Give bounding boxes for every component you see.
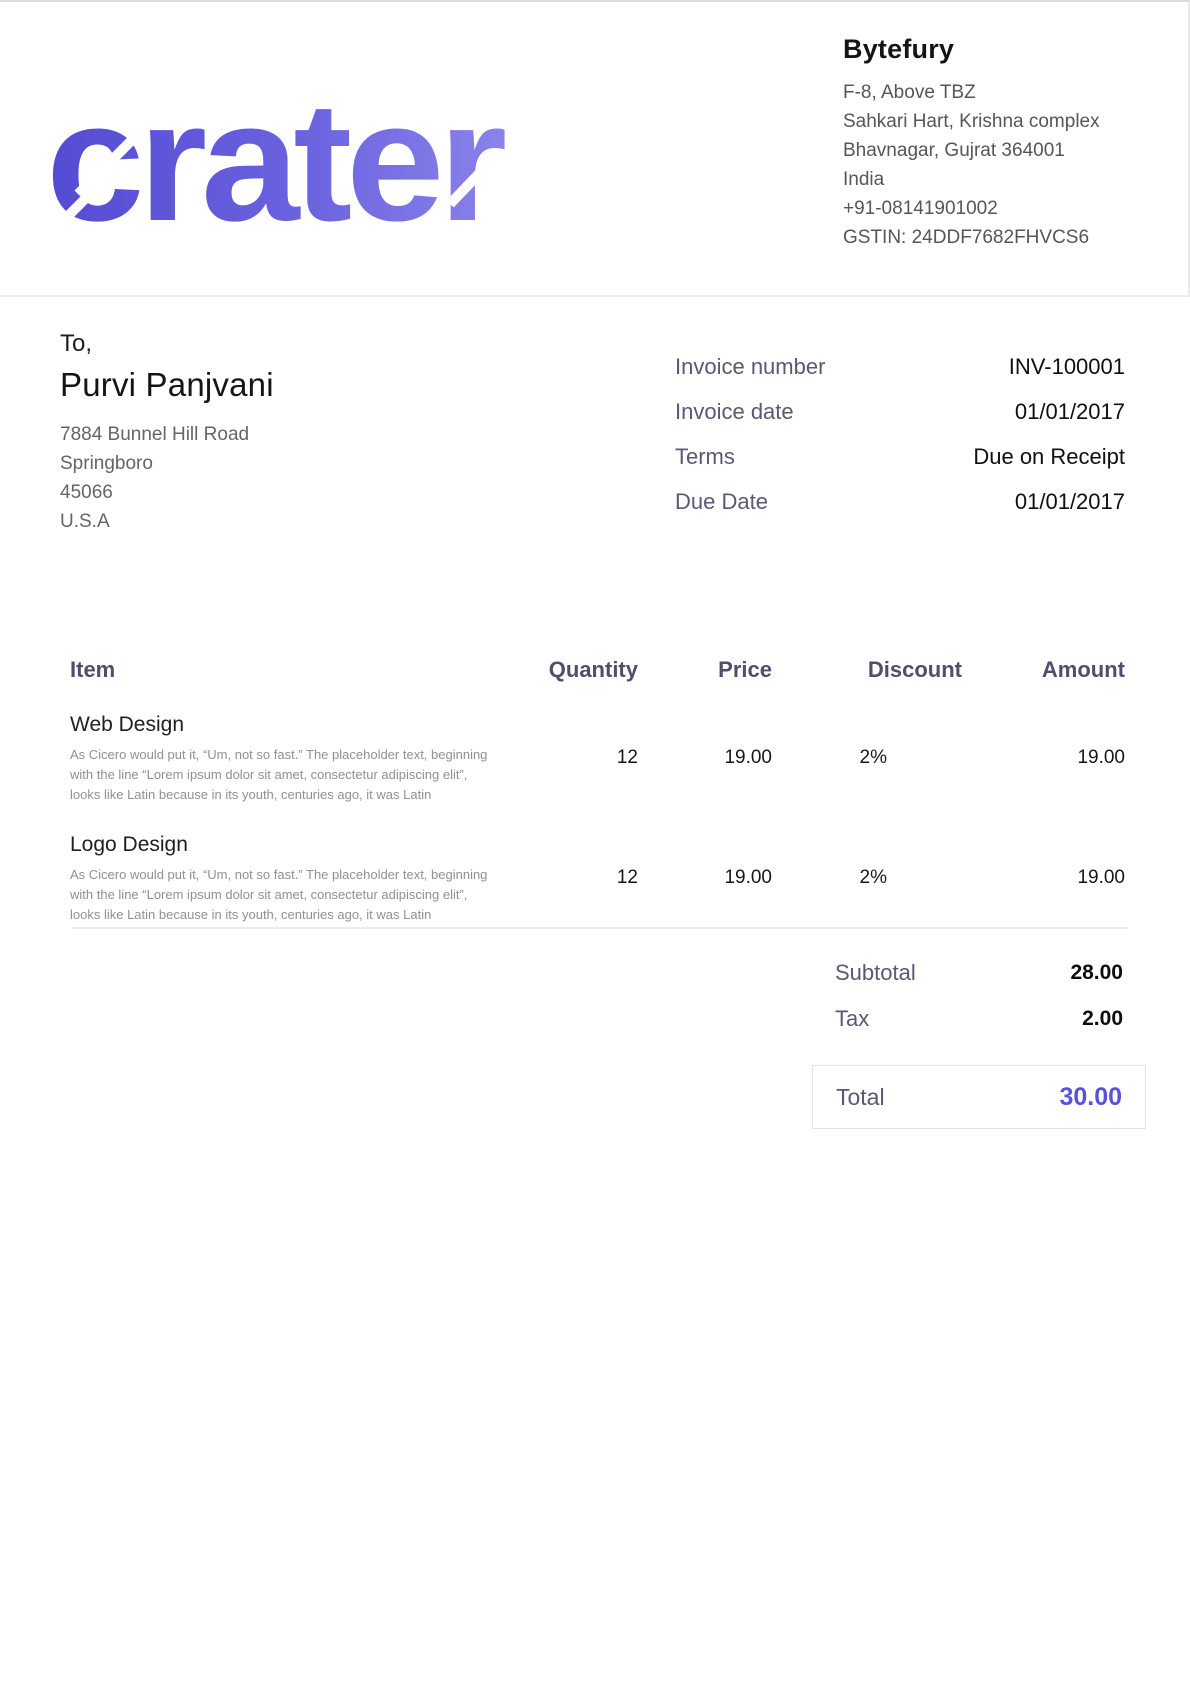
to-label: To, <box>60 330 274 358</box>
company-info: Bytefury F-8, Above TBZ Sahkari Hart, Kr… <box>843 34 1163 252</box>
terms-label: Terms <box>675 444 735 470</box>
billing-address-line: 7884 Bunnel Hill Road <box>60 420 274 449</box>
company-address-line: Sahkari Hart, Krishna complex <box>843 107 1163 136</box>
items-table-header: Item Quantity Price Discount Amount <box>70 646 1125 694</box>
item-description: As Cicero would put it, “Um, not so fast… <box>70 745 492 805</box>
billing-address-line: Springboro <box>60 449 274 478</box>
company-gstin: GSTIN: 24DDF7682FHVCS6 <box>843 223 1163 252</box>
total-label: Total <box>836 1084 885 1111</box>
billing-block: To, Purvi Panjvani 7884 Bunnel Hill Road… <box>60 330 274 536</box>
due-date-label: Due Date <box>675 489 768 515</box>
item-name: Web Design <box>70 710 495 740</box>
item-discount: 2% <box>772 867 962 889</box>
item-quantity: 12 <box>515 867 638 889</box>
company-name: Bytefury <box>843 34 1163 65</box>
crater-logo-svg: crater <box>46 92 511 226</box>
terms-value: Due on Receipt <box>973 444 1125 470</box>
total-box: Total 30.00 <box>812 1065 1146 1129</box>
tax-row: Tax 2.00 <box>812 996 1146 1042</box>
company-phone: +91-08141901002 <box>843 194 1163 223</box>
items-table: Item Quantity Price Discount Amount Web … <box>70 646 1125 925</box>
item-price: 19.00 <box>638 867 772 889</box>
tax-value: 2.00 <box>1082 1007 1123 1031</box>
table-bottom-divider <box>72 927 1128 929</box>
item-cell: Logo Design As Cicero would put it, “Um,… <box>70 830 515 925</box>
subtotal-value: 28.00 <box>1070 961 1123 985</box>
invoice-page: crater Bytefury F-8, Above TBZ Sahkari H… <box>0 0 1190 1684</box>
subtotal-label: Subtotal <box>835 960 916 986</box>
total-value: 30.00 <box>1059 1083 1122 1112</box>
meta-row-invoice-date: Invoice date 01/01/2017 <box>675 399 1125 444</box>
tax-label: Tax <box>835 1006 869 1032</box>
item-quantity: 12 <box>515 747 638 769</box>
billing-address-line: 45066 <box>60 478 274 507</box>
company-address-line: Bhavnagar, Gujrat 364001 <box>843 136 1163 165</box>
invoice-date-value: 01/01/2017 <box>1015 399 1125 425</box>
invoice-header: crater Bytefury F-8, Above TBZ Sahkari H… <box>0 2 1190 297</box>
table-row: Web Design As Cicero would put it, “Um, … <box>70 710 1125 805</box>
subtotal-row: Subtotal 28.00 <box>812 950 1146 996</box>
item-price: 19.00 <box>638 747 772 769</box>
invoice-number-label: Invoice number <box>675 354 825 380</box>
company-address-line: F-8, Above TBZ <box>843 78 1163 107</box>
meta-row-invoice-number: Invoice number INV-100001 <box>675 354 1125 399</box>
item-description: As Cicero would put it, “Um, not so fast… <box>70 865 492 925</box>
recipient-name: Purvi Panjvani <box>60 366 274 404</box>
invoice-number-value: INV-100001 <box>1009 354 1125 380</box>
company-address-line: India <box>843 165 1163 194</box>
item-amount: 19.00 <box>962 867 1125 889</box>
meta-row-due-date: Due Date 01/01/2017 <box>675 489 1125 534</box>
item-cell: Web Design As Cicero would put it, “Um, … <box>70 710 515 805</box>
item-discount: 2% <box>772 747 962 769</box>
invoice-date-label: Invoice date <box>675 399 794 425</box>
table-row: Logo Design As Cicero would put it, “Um,… <box>70 830 1125 925</box>
item-name: Logo Design <box>70 830 495 860</box>
column-header-quantity: Quantity <box>515 657 638 683</box>
billing-address-line: U.S.A <box>60 507 274 536</box>
item-amount: 19.00 <box>962 747 1125 769</box>
meta-row-terms: Terms Due on Receipt <box>675 444 1125 489</box>
column-header-item: Item <box>70 657 515 683</box>
crater-logo: crater <box>46 92 511 231</box>
column-header-discount: Discount <box>772 657 962 683</box>
column-header-price: Price <box>638 657 772 683</box>
invoice-meta: Invoice number INV-100001 Invoice date 0… <box>675 354 1125 534</box>
column-header-amount: Amount <box>962 657 1125 683</box>
totals-block: Subtotal 28.00 Tax 2.00 Total 30.00 <box>812 950 1146 1129</box>
due-date-value: 01/01/2017 <box>1015 489 1125 515</box>
